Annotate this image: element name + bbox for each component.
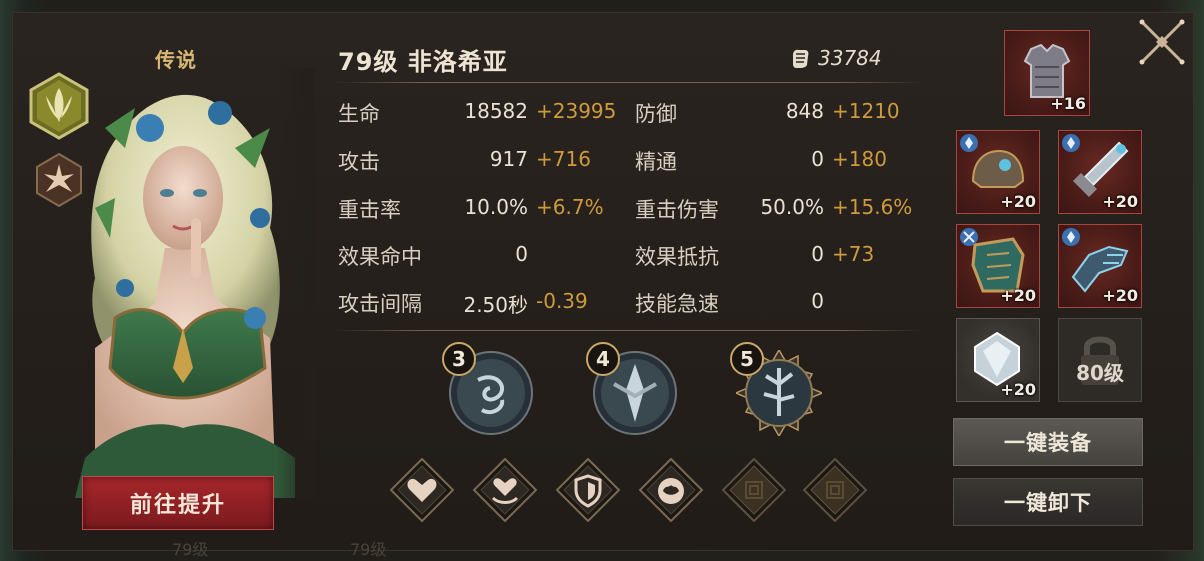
stat-label: 效果抵抗 bbox=[635, 245, 719, 269]
hero-level-name: 79级 非洛希亚 bbox=[338, 48, 508, 76]
background-text-left: 79级 bbox=[172, 540, 209, 559]
stat-label: 防御 bbox=[635, 102, 677, 126]
stat-label: 技能急速 bbox=[635, 292, 719, 316]
stat-label: 攻击 bbox=[338, 150, 380, 174]
skill-1[interactable]: 3 bbox=[442, 342, 534, 436]
skill-level-badge: 5 bbox=[730, 342, 764, 376]
equip-slot-weapon[interactable]: +20 bbox=[1058, 130, 1142, 214]
rune-slot-6[interactable] bbox=[803, 458, 867, 522]
stat-value: 917 bbox=[489, 147, 528, 171]
stat-value: 848 bbox=[785, 99, 824, 123]
stat-label: 精通 bbox=[635, 150, 677, 174]
stat-value: 18582 bbox=[464, 99, 528, 123]
unlock-level-label: 80级 bbox=[1076, 361, 1124, 385]
stat-label: 生命 bbox=[338, 102, 380, 126]
equip-slot-gem[interactable]: +20 bbox=[956, 318, 1040, 402]
set-mark-icon bbox=[1062, 228, 1080, 246]
stat-bonus: +15.6% bbox=[832, 195, 913, 219]
stat-bonus: +23995 bbox=[536, 99, 617, 123]
enhance-level: +20 bbox=[1000, 286, 1036, 305]
stat-bonus: +716 bbox=[536, 147, 591, 171]
stat-bonus: +180 bbox=[832, 147, 887, 171]
stat-label: 攻击间隔 bbox=[338, 292, 422, 316]
stat-value: 10.0% bbox=[464, 195, 528, 219]
skill-3[interactable]: 5 bbox=[730, 342, 824, 438]
enhance-level: +16 bbox=[1050, 94, 1086, 113]
stat-value: 0 bbox=[811, 147, 824, 171]
stat-label: 效果命中 bbox=[338, 245, 422, 269]
equip-slot-helmet[interactable]: +20 bbox=[956, 130, 1040, 214]
stats-divider bbox=[334, 330, 924, 331]
header-divider bbox=[334, 82, 924, 83]
stat-bonus: -0.39 bbox=[536, 289, 588, 313]
stat-bonus: +6.7% bbox=[536, 195, 604, 219]
stat-value: 2.50秒 bbox=[463, 293, 528, 317]
set-mark-icon bbox=[1062, 134, 1080, 152]
stat-label: 重击伤害 bbox=[635, 198, 719, 222]
background-text-mid: 79级 bbox=[350, 540, 387, 559]
stat-value: 0 bbox=[515, 242, 528, 266]
close-icon[interactable] bbox=[1136, 16, 1188, 68]
skill-2[interactable]: 4 bbox=[586, 342, 678, 436]
rune-slot-1[interactable] bbox=[390, 458, 454, 522]
stat-value: 0 bbox=[811, 242, 824, 266]
rarity-label: 传说 bbox=[155, 48, 197, 72]
class-badge-icon[interactable] bbox=[28, 72, 90, 140]
rune-slot-3[interactable] bbox=[556, 458, 620, 522]
enhance-level: +20 bbox=[1102, 192, 1138, 211]
equip-slot-gauntlet[interactable]: +20 bbox=[1058, 224, 1142, 308]
stat-value: 0 bbox=[811, 289, 824, 313]
equip-slot-shoulder[interactable]: +20 bbox=[956, 224, 1040, 308]
hero-portrait bbox=[55, 68, 315, 498]
set-mark-icon bbox=[960, 134, 978, 152]
enhance-level: +20 bbox=[1000, 192, 1036, 211]
rune-slot-4[interactable] bbox=[639, 458, 703, 522]
enhance-level: +20 bbox=[1000, 380, 1036, 399]
equip-all-button[interactable]: 一键装备 bbox=[953, 418, 1143, 466]
combat-power: 33784 bbox=[790, 46, 882, 70]
rune-slot-5[interactable] bbox=[722, 458, 786, 522]
unequip-all-button[interactable]: 一键卸下 bbox=[953, 478, 1143, 526]
stat-value: 50.0% bbox=[760, 195, 824, 219]
fist-icon bbox=[793, 49, 809, 68]
equip-slot-armor[interactable]: +16 bbox=[1004, 30, 1090, 116]
skill-level-badge: 4 bbox=[586, 342, 620, 376]
upgrade-button[interactable]: 前往提升 bbox=[82, 476, 274, 530]
stat-bonus: +73 bbox=[832, 242, 875, 266]
rune-slot-2[interactable] bbox=[473, 458, 537, 522]
equip-slot-locked[interactable]: 80级 bbox=[1058, 318, 1142, 402]
set-mark-icon bbox=[960, 228, 978, 246]
skill-level-badge: 3 bbox=[442, 342, 476, 376]
stat-label: 重击率 bbox=[338, 198, 401, 222]
stat-bonus: +1210 bbox=[832, 99, 900, 123]
element-badge-icon[interactable] bbox=[34, 152, 84, 208]
combat-power-value: 33784 bbox=[818, 46, 882, 70]
enhance-level: +20 bbox=[1102, 286, 1138, 305]
